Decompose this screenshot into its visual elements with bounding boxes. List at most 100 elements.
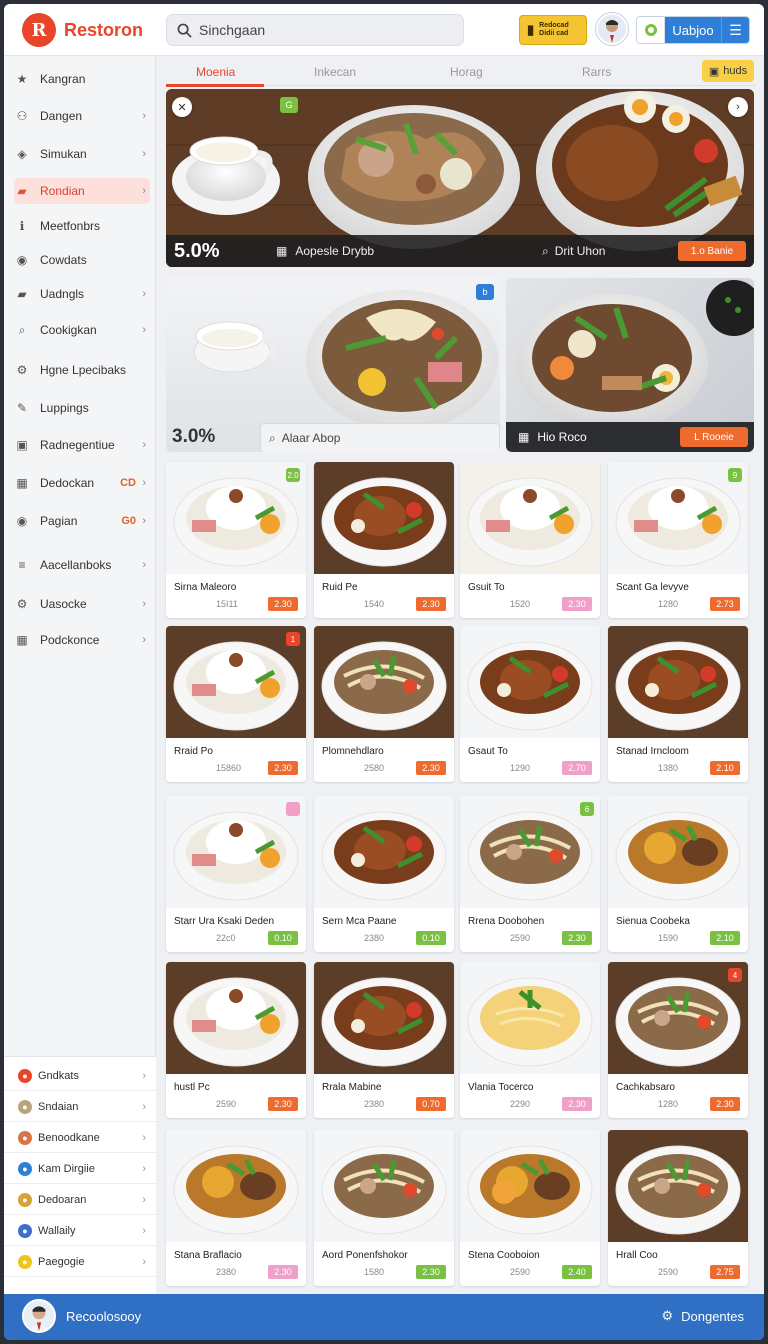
sidebar-item-cookigkan[interactable]: ⌕ Cookigkan › bbox=[14, 317, 150, 343]
chevron-right-icon[interactable]: › bbox=[728, 97, 748, 117]
sidebar-item-kangran[interactable]: ★ Kangran bbox=[14, 66, 150, 92]
price-badge[interactable]: 2.30 bbox=[562, 1097, 592, 1111]
price-badge[interactable]: 0.10 bbox=[416, 931, 446, 945]
close-icon[interactable]: ✕ bbox=[172, 97, 192, 117]
shortcut-item-dedoaran[interactable]: ● Dedoaran › bbox=[4, 1185, 156, 1215]
menu-card[interactable]: 9 Scant Ga levyve 1280 2.73 bbox=[608, 462, 748, 618]
menu-card[interactable]: Rrala Mabine 2380 0.70 bbox=[314, 962, 454, 1118]
hero-banner[interactable]: ✕ › G 5.0% ▦ Aopesle Drybb ⌕ Drit Uhon 1.o… bbox=[166, 89, 754, 267]
price-badge[interactable]: 2.10 bbox=[710, 931, 740, 945]
menu-card[interactable]: Stanad Irncloom 1380 2.10 bbox=[608, 626, 748, 782]
chevron-right-icon: › bbox=[142, 439, 146, 451]
shortcut-label: Sndaian bbox=[38, 1100, 79, 1113]
status-toggle[interactable] bbox=[637, 17, 665, 43]
list-icon: ≡ bbox=[18, 558, 26, 572]
price-badge[interactable]: 0.70 bbox=[416, 1097, 446, 1111]
tab-horag[interactable]: Horag bbox=[450, 65, 483, 79]
price-badge[interactable]: 2.30 bbox=[416, 1265, 446, 1279]
shortcut-item-sndaian[interactable]: ● Sndaian › bbox=[4, 1092, 156, 1122]
price-badge[interactable]: 2.30 bbox=[268, 1265, 298, 1279]
price-badge[interactable]: 2.10 bbox=[710, 761, 740, 775]
shortcut-item-benoodkane[interactable]: ● Benoodkane › bbox=[4, 1123, 156, 1153]
sidebar-item-pagian[interactable]: ◉ Pagian G0 › bbox=[14, 508, 150, 534]
price-badge[interactable]: 2.30 bbox=[710, 1097, 740, 1111]
price-badge[interactable]: 2.30 bbox=[562, 931, 592, 945]
shortcut-item-paegogie[interactable]: ● Paegogie › bbox=[4, 1247, 156, 1277]
sidebar-item-cowdats[interactable]: ◉ Cowdats bbox=[14, 247, 150, 273]
price-badge[interactable]: 2.75 bbox=[710, 1265, 740, 1279]
menu-card[interactable]: Sienua Coobeka 1590 2.10 bbox=[608, 796, 748, 952]
menu-card[interactable]: hustl Pc 2590 2.30 bbox=[166, 962, 306, 1118]
promo-card-b[interactable]: ▦ Hio Roco L Rooeie bbox=[506, 278, 754, 452]
menu-card[interactable]: Vlania Tocerco 2290 2.30 bbox=[460, 962, 600, 1118]
sidebar-item-hgne-lpecibaks[interactable]: ⚙ Hgne Lpecibaks bbox=[14, 357, 150, 383]
mode-toggle[interactable]: Uabjoo ☰ bbox=[636, 16, 750, 44]
hero-action-button[interactable]: 1.o Banie bbox=[678, 241, 746, 261]
tab-moenia[interactable]: Moenia bbox=[196, 65, 235, 79]
huds-button[interactable]: ▣ huds bbox=[702, 60, 754, 82]
card-corner-badge: 1 bbox=[286, 632, 300, 646]
dish-image bbox=[460, 1130, 600, 1242]
price-badge[interactable]: 2.73 bbox=[710, 597, 740, 611]
promo-badge-button[interactable]: ▮ Redocad Didii cad bbox=[519, 15, 587, 45]
grid-icon: ▦ bbox=[276, 244, 288, 258]
price-badge[interactable]: 0.10 bbox=[268, 931, 298, 945]
footer-avatar[interactable] bbox=[22, 1299, 56, 1333]
promo-b-button[interactable]: L Rooeie bbox=[680, 427, 748, 447]
price-badge[interactable]: 2.30 bbox=[268, 597, 298, 611]
tab-inkecan[interactable]: Inkecan bbox=[314, 65, 356, 79]
sidebar-item-uadngls[interactable]: ▰ Uadngls › bbox=[14, 281, 150, 307]
price-badge[interactable]: 2.30 bbox=[268, 1097, 298, 1111]
shortcut-item-gndkats[interactable]: ● Gndkats › bbox=[4, 1061, 156, 1091]
price-badge[interactable]: 2.70 bbox=[562, 761, 592, 775]
search-input[interactable] bbox=[199, 22, 439, 38]
dish-image bbox=[314, 1130, 454, 1242]
footer-settings-link[interactable]: ⚙ Dongentes bbox=[661, 1308, 744, 1324]
price-badge[interactable]: 2.30 bbox=[416, 597, 446, 611]
user-avatar[interactable] bbox=[596, 13, 628, 45]
shortcut-item-wallaily[interactable]: ● Wallaily › bbox=[4, 1216, 156, 1246]
sidebar-item-uasocke[interactable]: ⚙ Uasocke › bbox=[14, 591, 150, 617]
sidebar-item-podckonce[interactable]: ▦ Podckonce › bbox=[14, 627, 150, 653]
menu-card[interactable]: 2.0 Sirna Maleoro 15I11 2.30 bbox=[166, 462, 306, 618]
sidebar-item-aacellanboks[interactable]: ≡ Aacellanboks › bbox=[14, 552, 150, 578]
sidebar-item-dangen[interactable]: ⚇ Dangen › bbox=[14, 103, 150, 129]
menu-card[interactable]: 6 Rrena Doobohen 2590 2.30 bbox=[460, 796, 600, 952]
dish-name: Scant Ga levyve bbox=[616, 582, 689, 593]
menu-card[interactable]: Aord Ponenfshokor 1580 2.30 bbox=[314, 1130, 454, 1286]
dish-count: 1280 bbox=[658, 1099, 679, 1109]
menu-icon[interactable]: ☰ bbox=[721, 17, 749, 43]
menu-card[interactable]: 4 Cachkabsaro 1280 2.30 bbox=[608, 962, 748, 1118]
upgrade-button[interactable]: Uabjoo bbox=[665, 17, 721, 43]
menu-card[interactable]: Plomnehdlaro 2580 2.30 bbox=[314, 626, 454, 782]
menu-card[interactable]: Sern Mca Paane 2380 0.10 bbox=[314, 796, 454, 952]
promo-search[interactable]: ⌕ Alaar Abop bbox=[260, 423, 500, 452]
menu-card[interactable]: Starr Ura Ksaki Deden 22c0 0.10 bbox=[166, 796, 306, 952]
sidebar-item-meetfonbrs[interactable]: ℹ Meetfonbrs bbox=[14, 213, 150, 239]
menu-card[interactable]: 1 Rraid Po 15860 2.30 bbox=[166, 626, 306, 782]
users-icon: ⚇ bbox=[16, 109, 28, 123]
sidebar-item-dedockan[interactable]: ▦ Dedockan CD › bbox=[14, 470, 150, 496]
search-bar[interactable] bbox=[166, 14, 464, 46]
price-badge[interactable]: 2.30 bbox=[268, 761, 298, 775]
sidebar-item-label: Dangen bbox=[40, 109, 83, 123]
menu-card[interactable]: Stana Braflacio 2380 2.30 bbox=[166, 1130, 306, 1286]
price-badge[interactable]: 2.40 bbox=[562, 1265, 592, 1279]
price-badge[interactable]: 2.30 bbox=[416, 761, 446, 775]
menu-card[interactable]: Ruid Pe 1540 2.30 bbox=[314, 462, 454, 618]
shortcut-item-kam-dirgiie[interactable]: ● Kam Dirgiie › bbox=[4, 1154, 156, 1184]
app-logo[interactable]: R Restoron bbox=[22, 13, 143, 47]
dish-count: 1520 bbox=[510, 599, 531, 609]
sidebar-item-simukan[interactable]: ◈ Simukan › bbox=[14, 141, 150, 167]
promo-card-a[interactable]: b 3.0% ⌕ Alaar Abop bbox=[166, 278, 500, 452]
sidebar-item-rondian[interactable]: ▰ Rondian › bbox=[14, 178, 150, 204]
price-badge[interactable]: 2.30 bbox=[562, 597, 592, 611]
menu-card[interactable]: Hrall Coo 2590 2.75 bbox=[608, 1130, 748, 1286]
sidebar-item-radnegentiue[interactable]: ▣ Radnegentiue › bbox=[14, 432, 150, 458]
menu-card[interactable]: Stena Cooboion 2590 2.40 bbox=[460, 1130, 600, 1286]
menu-card[interactable]: Gsaut To 1290 2.70 bbox=[460, 626, 600, 782]
sidebar-item-label: Aacellanboks bbox=[40, 558, 112, 572]
menu-card[interactable]: Gsuit To 1520 2.30 bbox=[460, 462, 600, 618]
sidebar-item-luppings[interactable]: ✎ Luppings bbox=[14, 395, 150, 421]
tab-rarrs[interactable]: Rarrs bbox=[582, 65, 611, 79]
